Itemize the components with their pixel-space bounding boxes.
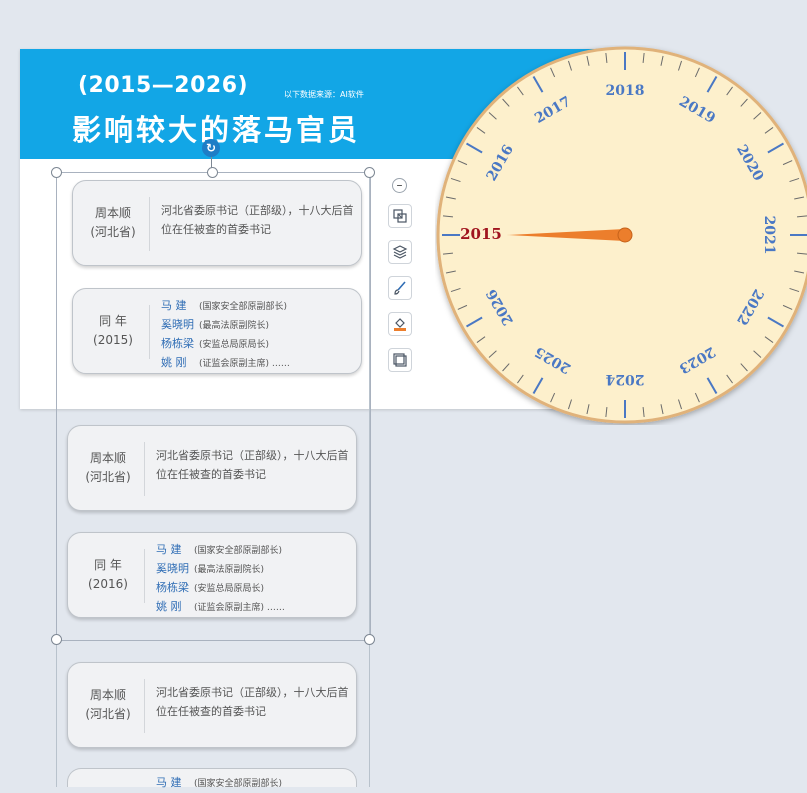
minus-icon[interactable]: –	[392, 178, 407, 193]
resize-handle-ne[interactable]	[364, 167, 375, 178]
card-person[interactable]: 周本顺 (河北省) 河北省委原书记（正部级），十八大后首位在任被查的首委书记	[67, 425, 357, 511]
card-same-year[interactable]: 马 建 (国家安全部原副部长)	[67, 768, 357, 789]
data-source-note: 以下数据来源：AI软件	[284, 90, 364, 99]
person-description: 河北省委原书记（正部级），十八大后首位在任被查的首委书记	[161, 204, 354, 236]
divider	[149, 197, 150, 251]
person-region: (河北省)	[85, 707, 131, 721]
list-item: 奚晓明 (最高法原副院长)	[156, 562, 265, 575]
crop-icon[interactable]	[388, 204, 412, 228]
person-name: 周本顺	[89, 688, 126, 702]
year-range: (2015—2026)	[78, 73, 249, 98]
list-item: 姚 刚 (证监会原副主席) ……	[156, 600, 285, 613]
divider	[144, 442, 145, 496]
rotate-handle-icon[interactable]: ↻	[202, 139, 220, 157]
person-name: 周本顺	[89, 451, 126, 465]
same-year-label: 同 年	[94, 558, 122, 572]
same-year-value: (2016)	[88, 577, 128, 591]
person-description: 河北省委原书记（正部级），十八大后首位在任被查的首委书记	[156, 449, 349, 481]
same-year-label: 同 年	[99, 314, 127, 328]
year-dial[interactable]: 2015 2016 2017 2018 2019 2020 2021 2022 2023 2024…	[435, 45, 807, 425]
card-same-year[interactable]: 同 年 (2015) 马 建 (国家安全部原副部长) 奚晓明 (最高法原副院长) 杨…	[72, 288, 362, 374]
card-person[interactable]: 周本顺 (河北省) 河北省委原书记（正部级），十八大后首位在任被查的首委书记	[67, 662, 357, 748]
resize-handle-n[interactable]	[207, 167, 218, 178]
list-item: 杨栋梁 (安监总局原局长)	[161, 337, 270, 350]
same-year-value: (2015)	[93, 333, 133, 347]
guide-line-right	[369, 172, 370, 787]
year-label: 2015	[460, 225, 502, 243]
person-region: (河北省)	[90, 225, 136, 239]
brush-icon[interactable]	[388, 276, 412, 300]
list-item: 奚晓明 (最高法原副院长)	[161, 318, 270, 331]
frame-icon[interactable]	[388, 348, 412, 372]
card-person[interactable]: 周本顺 (河北省) 河北省委原书记（正部级），十八大后首位在任被查的首委书记	[72, 180, 362, 266]
divider	[144, 679, 145, 733]
list-item: 马 建 (国家安全部原副部长)	[156, 543, 283, 556]
divider	[144, 549, 145, 603]
year-label: 2018	[606, 83, 645, 99]
year-label: 2021	[761, 216, 777, 255]
layers-icon[interactable]	[388, 240, 412, 264]
resize-handle-nw[interactable]	[51, 167, 62, 178]
list-item: 姚 刚 (证监会原副主席) ……	[161, 356, 290, 369]
year-label: 2024	[605, 371, 644, 387]
list-item: 马 建 (国家安全部原副部长)	[156, 776, 283, 789]
official-list: 马 建 (国家安全部原副部长) 奚晓明 (最高法原副院长) 杨栋梁 (安监总局原局长)…	[156, 541, 285, 617]
official-list: 马 建 (国家安全部原副部长)	[156, 774, 282, 793]
person-description: 河北省委原书记（正部级），十八大后首位在任被查的首委书记	[156, 686, 349, 718]
resize-handle-sw[interactable]	[51, 634, 62, 645]
list-item: 杨栋梁 (安监总局原局长)	[156, 581, 265, 594]
person-region: (河北省)	[85, 470, 131, 484]
card-same-year[interactable]: 同 年 (2016) 马 建 (国家安全部原副部长) 奚晓明 (最高法原副院长) 杨…	[67, 532, 357, 618]
fill-icon[interactable]	[388, 312, 412, 336]
official-list: 马 建 (国家安全部原副部长) 奚晓明 (最高法原副院长) 杨栋梁 (安监总局原局长)…	[161, 297, 290, 373]
guide-line-left	[56, 172, 57, 787]
person-name: 周本顺	[94, 206, 131, 220]
divider	[149, 305, 150, 359]
dial-hub	[617, 227, 633, 243]
list-item: 马 建 (国家安全部原副部长)	[161, 299, 288, 312]
resize-handle-se[interactable]	[364, 634, 375, 645]
